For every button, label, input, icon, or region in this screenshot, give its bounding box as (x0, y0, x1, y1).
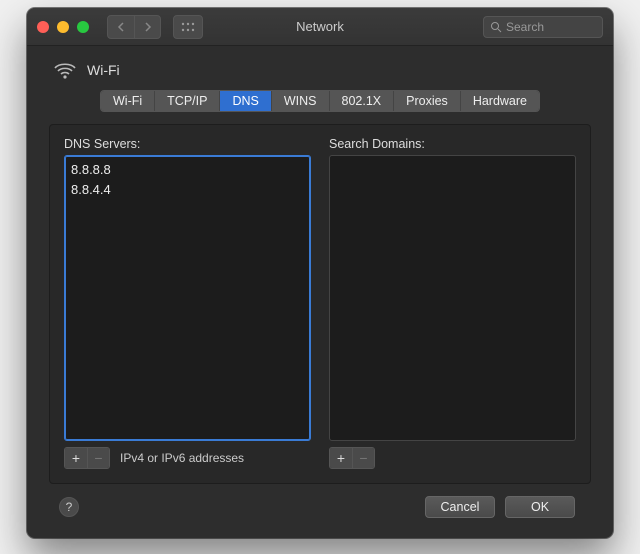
remove-search-domain-button[interactable]: − (352, 448, 374, 468)
search-domains-add-remove: + − (329, 447, 375, 469)
search-domains-column: Search Domains: + − (329, 137, 576, 469)
footer: ? Cancel OK (49, 484, 591, 524)
search-field[interactable]: Search (483, 16, 603, 38)
close-window-button[interactable] (37, 21, 49, 33)
tab-8021x[interactable]: 802.1X (330, 91, 395, 111)
dns-servers-footer: + − IPv4 or IPv6 addresses (64, 447, 311, 469)
remove-dns-button[interactable]: − (87, 448, 109, 468)
search-placeholder: Search (506, 20, 544, 34)
tabbar: Wi-Fi TCP/IP DNS WINS 802.1X Proxies Har… (49, 90, 591, 112)
interface-header: Wi-Fi (49, 60, 591, 80)
dns-server-entry[interactable]: 8.8.4.4 (71, 180, 304, 200)
tab-proxies[interactable]: Proxies (394, 91, 461, 111)
tab-dns[interactable]: DNS (220, 91, 271, 111)
search-domains-footer: + − (329, 447, 576, 469)
show-all-button[interactable] (173, 15, 203, 39)
search-domains-label: Search Domains: (329, 137, 576, 151)
dns-server-entry[interactable]: 8.8.8.8 (71, 160, 304, 180)
nav-back-forward (107, 15, 161, 39)
minimize-window-button[interactable] (57, 21, 69, 33)
search-domains-list[interactable] (329, 155, 576, 441)
cancel-button[interactable]: Cancel (425, 496, 495, 518)
tab-wins[interactable]: WINS (272, 91, 330, 111)
tab-segment: Wi-Fi TCP/IP DNS WINS 802.1X Proxies Har… (100, 90, 540, 112)
forward-button[interactable] (134, 16, 160, 38)
interface-name: Wi-Fi (87, 62, 120, 78)
tab-tcpip[interactable]: TCP/IP (155, 91, 220, 111)
dns-servers-column: DNS Servers: 8.8.8.8 8.8.4.4 + − IPv4 or… (64, 137, 311, 469)
dns-add-remove: + − (64, 447, 110, 469)
help-button[interactable]: ? (59, 497, 79, 517)
zoom-window-button[interactable] (77, 21, 89, 33)
wifi-icon (53, 60, 77, 80)
search-icon (490, 21, 502, 33)
tab-hardware[interactable]: Hardware (461, 91, 539, 111)
window-controls (37, 21, 89, 33)
dns-hint: IPv4 or IPv6 addresses (120, 451, 244, 465)
body: Wi-Fi Wi-Fi TCP/IP DNS WINS 802.1X Proxi… (27, 46, 613, 538)
back-button[interactable] (108, 16, 134, 38)
add-search-domain-button[interactable]: + (330, 448, 352, 468)
dns-servers-list[interactable]: 8.8.8.8 8.8.4.4 (64, 155, 311, 441)
dns-panel: DNS Servers: 8.8.8.8 8.8.4.4 + − IPv4 or… (49, 124, 591, 484)
dns-servers-label: DNS Servers: (64, 137, 311, 151)
titlebar: Network Search (27, 8, 613, 46)
tab-wifi[interactable]: Wi-Fi (101, 91, 155, 111)
ok-button[interactable]: OK (505, 496, 575, 518)
add-dns-button[interactable]: + (65, 448, 87, 468)
network-preferences-window: Network Search Wi-Fi Wi-Fi TCP/IP DNS WI… (27, 8, 613, 538)
